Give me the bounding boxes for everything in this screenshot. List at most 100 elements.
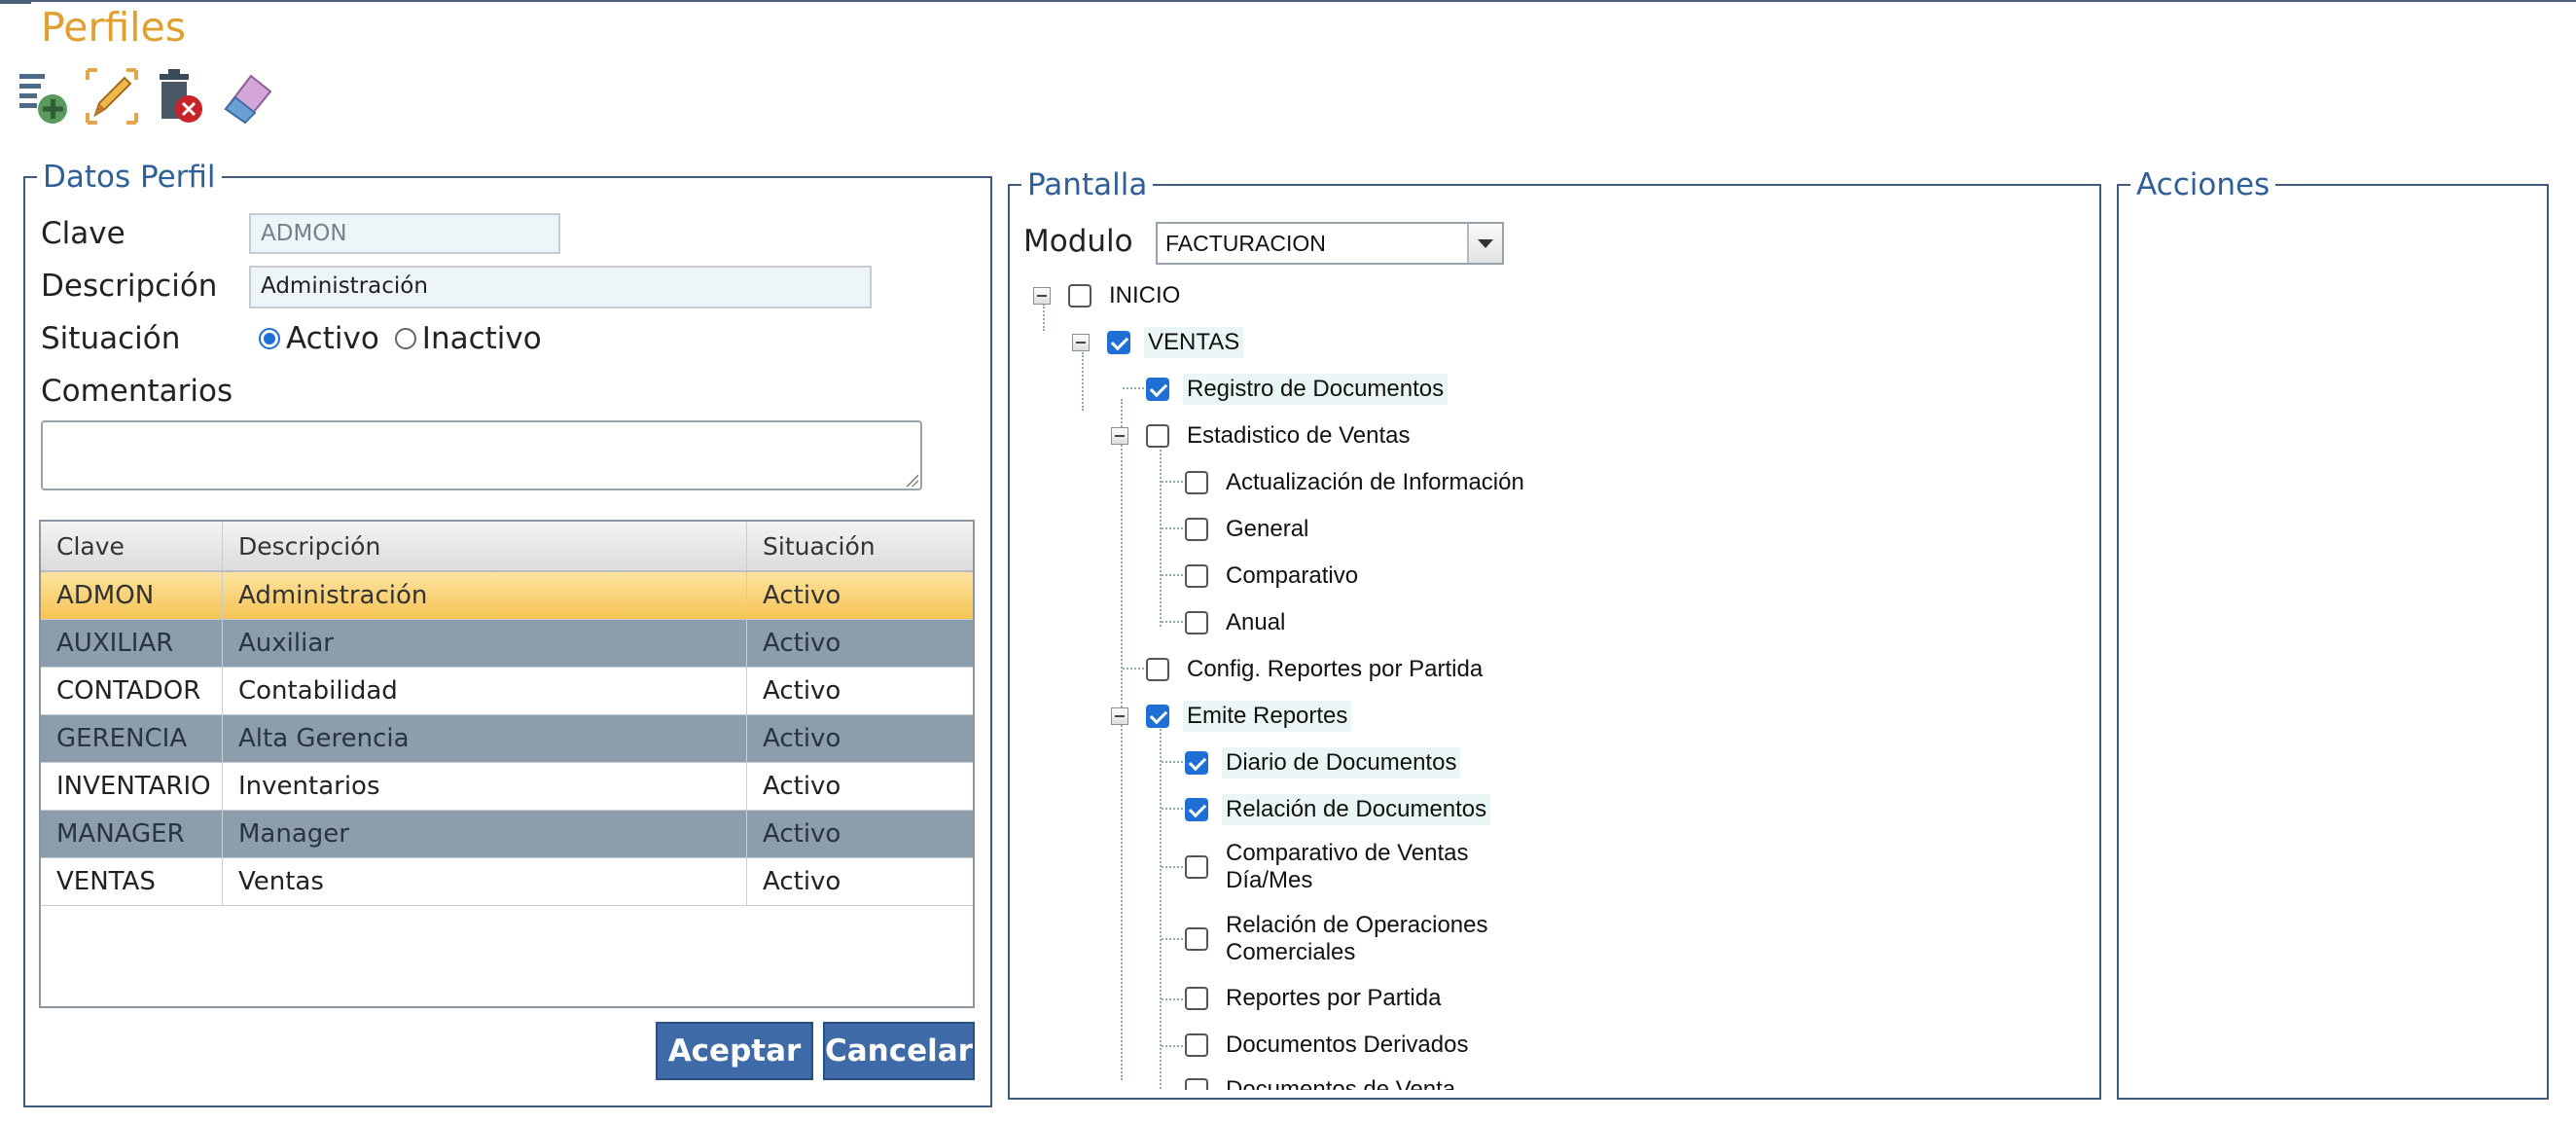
table-row[interactable]: VENTAS Ventas Activo [41, 858, 973, 906]
edit-profile-button[interactable] [84, 66, 140, 127]
tree-node-config-reportes[interactable]: Config. Reportes por Partida [1146, 650, 1486, 689]
tree-connector [1121, 399, 1123, 1080]
tree-node-relacion-documentos[interactable]: Relación de Documentos [1185, 790, 1491, 829]
tree-node-checkbox[interactable] [1185, 927, 1208, 951]
tree-node-label: Reportes por Partida [1226, 985, 1442, 1011]
cell-clave: VENTAS [41, 858, 223, 905]
table-row[interactable]: GERENCIA Alta Gerencia Activo [41, 715, 973, 763]
tree-node-reportes-partida[interactable]: Reportes por Partida [1185, 979, 1445, 1018]
tree-connector [1162, 808, 1187, 810]
activo-radio[interactable] [259, 328, 280, 349]
modulo-select-value: FACTURACION [1165, 230, 1326, 256]
tree-node-actualizacion-informacion[interactable]: Actualización de Información [1185, 463, 1528, 502]
clear-form-button[interactable] [220, 66, 276, 127]
tree-node-inicio[interactable]: INICIO [1068, 276, 1184, 315]
profile-data-legend: Datos Perfil [43, 160, 216, 195]
tree-node-checkbox[interactable] [1068, 284, 1091, 308]
descripcion-field[interactable]: Administración [249, 266, 872, 308]
cell-situacion: Activo [763, 629, 841, 658]
tree-node-registro-documentos[interactable]: Registro de Documentos [1146, 370, 1449, 409]
tree-node-checkbox[interactable] [1107, 331, 1130, 354]
resize-grip-icon[interactable] [905, 473, 918, 487]
tree-node-checkbox[interactable] [1185, 471, 1208, 494]
tree-node-checkbox[interactable] [1185, 798, 1208, 821]
tree-node-comparativo-ventas[interactable]: Comparativo de Ventas Día/Mes [1185, 837, 1496, 897]
table-header: Clave Descripción Situación [41, 522, 973, 572]
cell-situacion: Activo [763, 867, 841, 896]
tree-connector [1162, 866, 1187, 868]
cell-descripcion: Auxiliar [223, 620, 747, 667]
chevron-down-icon[interactable] [1467, 224, 1502, 263]
tree-node-label: Relación de Documentos [1222, 794, 1491, 825]
collapse-icon[interactable] [1111, 427, 1128, 445]
tree-node-emite-reportes[interactable]: Emite Reportes [1146, 697, 1352, 736]
tree-node-general[interactable]: General [1185, 510, 1312, 549]
tree-node-label: Config. Reportes por Partida [1187, 656, 1484, 682]
permissions-tree: INICIO VENTAS Registro de Documentos Est… [1012, 276, 2092, 1090]
tree-node-comparativo[interactable]: Comparativo [1185, 557, 1362, 596]
cell-descripcion: Ventas [223, 858, 747, 905]
clave-field[interactable]: ADMON [249, 213, 560, 254]
tree-node-anual[interactable]: Anual [1185, 603, 1289, 642]
tree-node-relacion-operaciones[interactable]: Relación de Operaciones Comerciales [1185, 909, 1496, 969]
tree-node-label: Documentos Derivados [1226, 1032, 1469, 1058]
tree-node-ventas[interactable]: VENTAS [1107, 323, 1244, 362]
table-row[interactable]: INVENTARIO Inventarios Activo [41, 763, 973, 811]
tree-node-checkbox[interactable] [1185, 1078, 1208, 1090]
tree-node-label: VENTAS [1144, 327, 1244, 358]
tree-node-checkbox[interactable] [1185, 987, 1208, 1010]
trash-delete-icon [160, 69, 202, 123]
document-add-icon [19, 74, 67, 124]
tree-node-label: Registro de Documentos [1183, 374, 1449, 405]
aceptar-button[interactable]: Aceptar [656, 1022, 813, 1080]
column-header-situacion[interactable]: Situación [747, 522, 973, 570]
inactivo-radio[interactable] [394, 328, 416, 349]
cell-clave: MANAGER [41, 811, 223, 857]
descripcion-label: Descripción [41, 269, 218, 304]
tree-node-label: Comparativo de Ventas Día/Mes [1226, 840, 1469, 893]
tree-node-checkbox[interactable] [1185, 611, 1208, 634]
table-row[interactable]: CONTADOR Contabilidad Activo [41, 668, 973, 715]
table-row[interactable]: AUXILIAR Auxiliar Activo [41, 620, 973, 668]
tree-connector [1162, 998, 1187, 1000]
column-header-clave[interactable]: Clave [41, 522, 223, 570]
cell-situacion: Activo [763, 772, 841, 801]
tree-node-checkbox[interactable] [1146, 658, 1169, 681]
tree-node-checkbox[interactable] [1185, 518, 1208, 541]
column-header-descripcion[interactable]: Descripción [223, 522, 747, 570]
cell-descripcion: Alta Gerencia [223, 715, 747, 762]
situacion-label: Situación [41, 321, 181, 356]
tree-node-label: Anual [1226, 609, 1286, 635]
tree-node-diario-documentos[interactable]: Diario de Documentos [1185, 743, 1461, 782]
tree-node-checkbox[interactable] [1185, 855, 1208, 879]
tree-node-estadistico-ventas[interactable]: Estadistico de Ventas [1146, 417, 1413, 455]
tree-connector [1162, 1045, 1187, 1047]
cell-descripcion: Administración [223, 572, 747, 619]
tree-connector [1082, 352, 1084, 411]
tree-node-checkbox[interactable] [1185, 564, 1208, 588]
delete-profile-button[interactable] [152, 66, 208, 127]
tree-node-documentos-derivados[interactable]: Documentos Derivados [1185, 1026, 1472, 1065]
actions-legend: Acciones [2136, 167, 2271, 202]
actions-panel: Acciones [2117, 167, 2549, 1100]
tree-node-checkbox[interactable] [1146, 424, 1169, 448]
tree-node-checkbox[interactable] [1146, 378, 1169, 401]
tree-connector [1160, 726, 1162, 1090]
profiles-table: Clave Descripción Situación ADMON Admini… [39, 520, 975, 1008]
cell-situacion: Activo [763, 724, 841, 753]
tree-node-checkbox[interactable] [1185, 1033, 1208, 1057]
cell-clave: GERENCIA [41, 715, 223, 762]
collapse-icon[interactable] [1033, 287, 1051, 305]
comentarios-textarea[interactable] [41, 420, 922, 490]
cancelar-button[interactable]: Cancelar [823, 1022, 975, 1080]
new-profile-button[interactable] [16, 66, 72, 127]
table-row[interactable]: MANAGER Manager Activo [41, 811, 973, 858]
tree-node-documentos-venta[interactable]: Documentos de Venta [1185, 1070, 1459, 1090]
inactivo-radio-label: Inactivo [421, 321, 542, 356]
tree-node-checkbox[interactable] [1146, 705, 1169, 728]
collapse-icon[interactable] [1111, 707, 1128, 725]
tree-node-checkbox[interactable] [1185, 751, 1208, 775]
table-row[interactable]: ADMON Administración Activo [41, 572, 973, 620]
modulo-select[interactable]: FACTURACION [1156, 222, 1504, 265]
collapse-icon[interactable] [1072, 334, 1090, 351]
